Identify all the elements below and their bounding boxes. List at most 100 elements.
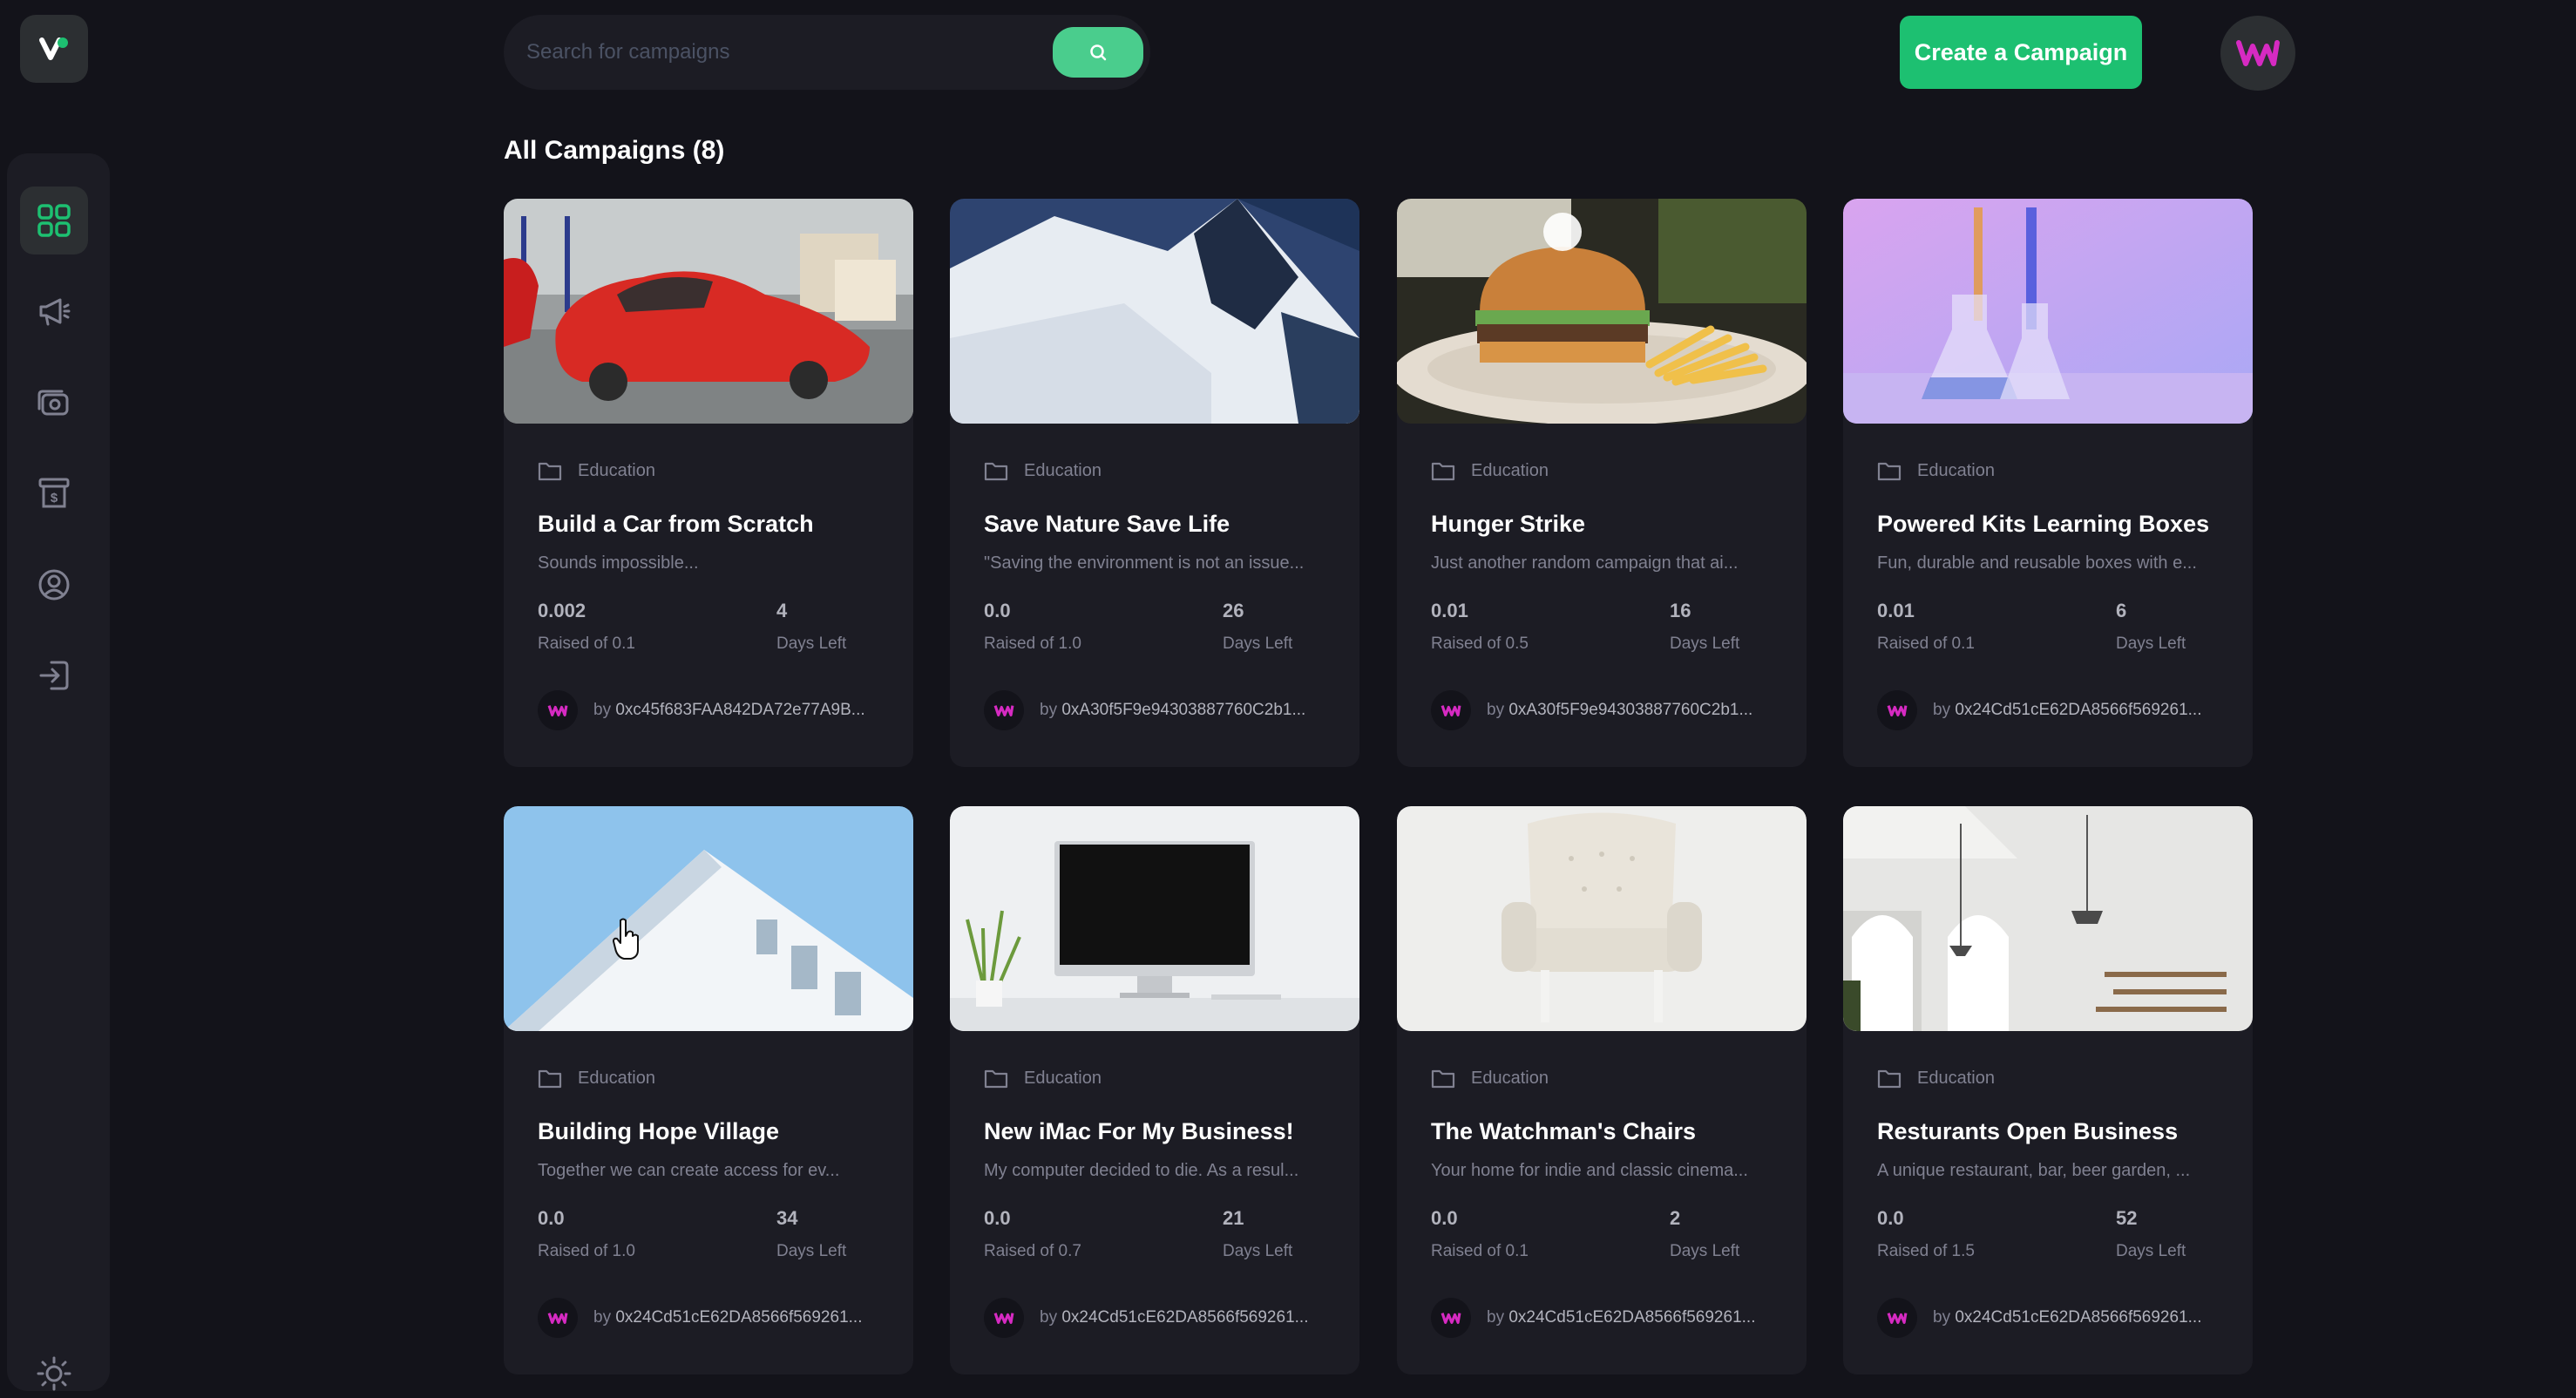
- campaign-description: Your home for indie and classic cinema..…: [1431, 1161, 1748, 1180]
- owner-address: by 0x24Cd51cE62DA8566f569261...: [1487, 1308, 1766, 1327]
- campaign-description: A unique restaurant, bar, beer garden, .…: [1877, 1161, 2191, 1180]
- withdraw-icon: $: [38, 478, 70, 508]
- days-left-label: Days Left: [1223, 1242, 1293, 1260]
- app: $ Create a Campaign: [0, 0, 2576, 1398]
- raised-amount: 0.0: [538, 1207, 565, 1229]
- campaign-card[interactable]: Education Building Hope Village Together…: [504, 806, 913, 1374]
- sidebar-item-campaign[interactable]: [20, 277, 88, 345]
- campaign-title: The Watchman's Chairs: [1431, 1118, 1696, 1144]
- owner-avatar: [538, 690, 578, 730]
- owner-address-value: 0xc45f683FAA842DA72e77A9B...: [615, 701, 865, 719]
- campaign-description: Sounds impossible...: [538, 553, 699, 573]
- days-left-label: Days Left: [776, 635, 847, 653]
- campaign-card[interactable]: Education Resturants Open Business A uni…: [1843, 806, 2253, 1374]
- avatar-logo-icon: [547, 1313, 568, 1324]
- sidebar-item-withdraw[interactable]: $: [20, 459, 88, 527]
- logo-icon: [39, 37, 68, 60]
- owner-avatar: [984, 1298, 1024, 1338]
- days-left-label: Days Left: [1670, 1242, 1740, 1260]
- sidebar-item-dashboard[interactable]: [20, 187, 88, 254]
- campaign-description: Fun, durable and reusable boxes with e..…: [1877, 553, 2197, 573]
- folder-icon: [1431, 1069, 1455, 1089]
- search-button[interactable]: [1053, 27, 1143, 78]
- folder-icon: [984, 462, 1008, 481]
- owner-address-value: 0x24Cd51cE62DA8566f569261...: [1955, 1308, 2202, 1327]
- campaign-category: Education: [1024, 460, 1102, 480]
- days-left-value: 4: [776, 600, 788, 621]
- owner-address-value: 0x24Cd51cE62DA8566f569261...: [1955, 701, 2202, 719]
- avatar-logo-icon: [1887, 705, 1908, 716]
- profile-avatar[interactable]: [2220, 16, 2295, 91]
- days-left-value: 6: [2116, 600, 2127, 621]
- campaign-card[interactable]: Education Save Nature Save Life "Saving …: [950, 199, 1359, 767]
- days-left-value: 26: [1223, 600, 1244, 621]
- raised-amount: 0.0: [1877, 1207, 1904, 1229]
- search-input[interactable]: [526, 40, 1014, 64]
- raised-target: Raised of 1.0: [984, 635, 1081, 653]
- owner-by-label: by: [593, 701, 612, 719]
- owner-by-label: by: [1487, 701, 1505, 719]
- campaign-image-restaurant: [1843, 806, 2253, 1031]
- owner-address: by 0xA30f5F9e94303887760C2b1...: [1040, 701, 1319, 720]
- owner-address-value: 0xA30f5F9e94303887760C2b1...: [1508, 701, 1753, 719]
- folder-icon: [1877, 1069, 1901, 1089]
- create-campaign-button[interactable]: Create a Campaign: [1900, 16, 2142, 89]
- raised-amount: 0.01: [1431, 600, 1468, 621]
- folder-icon: [538, 1069, 562, 1089]
- campaign-category: Education: [578, 1068, 655, 1088]
- campaign-title: Build a Car from Scratch: [538, 511, 814, 537]
- campaign-description: Just another random campaign that ai...: [1431, 553, 1739, 573]
- owner-by-label: by: [1933, 1308, 1951, 1327]
- owner-address: by 0xA30f5F9e94303887760C2b1...: [1487, 701, 1766, 720]
- campaign-category: Education: [578, 460, 655, 480]
- campaign-description: Together we can create access for ev...: [538, 1161, 840, 1180]
- campaign-title: Save Nature Save Life: [984, 511, 1230, 537]
- owner-address-value: 0x24Cd51cE62DA8566f569261...: [1508, 1308, 1756, 1327]
- campaign-category: Education: [1024, 1068, 1102, 1088]
- days-left-value: 16: [1670, 600, 1691, 621]
- folder-icon: [984, 1069, 1008, 1089]
- avatar-logo-icon: [993, 1313, 1014, 1324]
- megaphone-icon: [39, 298, 71, 326]
- days-left-label: Days Left: [2116, 1242, 2186, 1260]
- campaign-image-burger: [1397, 199, 1807, 424]
- raised-target: Raised of 1.5: [1877, 1242, 1975, 1260]
- avatar-logo-icon: [993, 705, 1014, 716]
- avatar-logo-icon: [1441, 1313, 1461, 1324]
- campaign-title: Building Hope Village: [538, 1118, 780, 1144]
- raised-amount: 0.002: [538, 600, 586, 621]
- campaign-card[interactable]: Education The Watchman's Chairs Your hom…: [1397, 806, 1807, 1374]
- folder-icon: [1431, 462, 1455, 481]
- hand-cursor-icon: [613, 918, 639, 960]
- avatar-logo-icon: [1887, 1313, 1908, 1324]
- campaign-category: Education: [1917, 1068, 1995, 1088]
- days-left-value: 2: [1670, 1207, 1681, 1229]
- campaign-category: Education: [1917, 460, 1995, 480]
- theme-toggle[interactable]: [20, 1342, 88, 1398]
- campaign-image-chair: [1397, 806, 1807, 1031]
- campaign-card[interactable]: Education Powered Kits Learning Boxes Fu…: [1843, 199, 2253, 767]
- days-left-value: 34: [776, 1207, 798, 1229]
- owner-by-label: by: [593, 1308, 612, 1327]
- owner-avatar: [1877, 1298, 1917, 1338]
- avatar-logo-icon: [2236, 40, 2280, 66]
- raised-target: Raised of 0.1: [538, 635, 635, 653]
- avatar-logo-icon: [1441, 705, 1461, 716]
- days-left-label: Days Left: [2116, 635, 2186, 653]
- days-left-label: Days Left: [776, 1242, 847, 1260]
- campaign-image-imac: [950, 806, 1359, 1031]
- sidebar-item-profile[interactable]: [20, 551, 88, 619]
- owner-by-label: by: [1040, 1308, 1058, 1327]
- sidebar-item-payment[interactable]: [20, 369, 88, 437]
- owner-avatar: [538, 1298, 578, 1338]
- campaign-card[interactable]: Education New iMac For My Business! My c…: [950, 806, 1359, 1374]
- campaign-card[interactable]: Education Build a Car from Scratch Sound…: [504, 199, 913, 767]
- campaign-image-car: [504, 199, 913, 424]
- campaign-image-lab: [1843, 199, 2253, 424]
- raised-amount: 0.0: [984, 600, 1011, 621]
- logo[interactable]: [20, 15, 88, 83]
- campaign-card[interactable]: Education Hunger Strike Just another ran…: [1397, 199, 1807, 767]
- sidebar-item-logout[interactable]: [20, 641, 88, 709]
- campaign-title: Hunger Strike: [1431, 511, 1586, 537]
- owner-address-value: 0x24Cd51cE62DA8566f569261...: [615, 1308, 863, 1327]
